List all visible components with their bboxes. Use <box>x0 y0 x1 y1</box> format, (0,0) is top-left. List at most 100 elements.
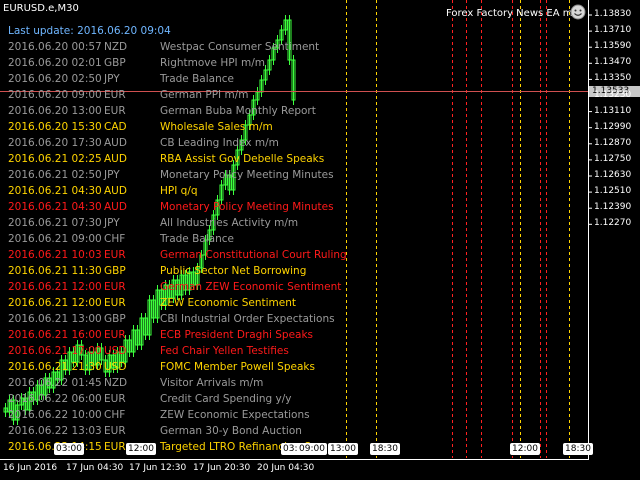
price-tick-label: 1.12510 <box>594 186 632 197</box>
price-tick-label: 1.12270 <box>594 218 632 229</box>
news-currency: JPY <box>104 73 120 85</box>
news-title: Monetary Policy Meeting Minutes <box>160 169 334 181</box>
news-title: Trade Balance <box>160 73 234 85</box>
news-date: 2016.06.22 06:00 <box>8 393 102 405</box>
news-title: ECB President Draghi Speaks <box>160 329 314 341</box>
news-date: 2016.06.21 02:50 <box>8 169 102 181</box>
news-currency: EUR <box>104 89 126 101</box>
news-date: 2016.06.20 00:57 <box>8 41 102 53</box>
news-date: 2016.06.21 09:00 <box>8 233 102 245</box>
news-date: 2016.06.20 15:30 <box>8 121 102 133</box>
news-date: 2016.06.20 02:50 <box>8 73 102 85</box>
news-currency: EUR <box>104 297 126 309</box>
price-tick-label: 1.13110 <box>594 105 632 116</box>
news-title: ZEW Economic Expectations <box>160 409 310 421</box>
price-tick-label: 1.12390 <box>594 202 632 213</box>
news-currency: EUR <box>104 393 126 405</box>
news-date: 2016.06.21 21:30 <box>8 361 102 373</box>
news-currency: JPY <box>104 169 120 181</box>
news-title: CB Leading Index m/m <box>160 137 279 149</box>
news-date: 2016.06.21 17:00 <box>8 345 102 357</box>
news-date: 2016.06.21 12:00 <box>8 297 102 309</box>
news-title: German Buba Monthly Report <box>160 105 316 117</box>
session-time-box: 18:30 <box>563 443 593 455</box>
news-date: 2016.06.21 07:30 <box>8 217 102 229</box>
news-title: Trade Balance <box>160 233 234 245</box>
news-date: 2016.06.22 01:45 <box>8 377 102 389</box>
news-title: All Industries Activity m/m <box>160 217 299 229</box>
news-date: 2016.06.20 13:00 <box>8 105 102 117</box>
news-title: Wholesale Sales m/m <box>160 121 273 133</box>
session-time-box: 13:00 <box>328 443 358 455</box>
price-tick-label: 1.13830 <box>594 9 632 19</box>
ea-title: Forex Factory News EA mt5 <box>446 8 583 19</box>
news-currency: USD <box>104 361 127 373</box>
time-tick-label: 17 Jun 12:30 <box>129 463 187 473</box>
news-date: 2016.06.21 16:00 <box>8 329 102 341</box>
news-currency: GBP <box>104 265 126 277</box>
news-title: HPI q/q <box>160 185 198 197</box>
news-title: ZEW Economic Sentiment <box>160 297 296 309</box>
news-title: Public Sector Net Borrowing <box>160 265 307 277</box>
news-date: 2016.06.21 04:30 <box>8 201 102 213</box>
price-tick-label: 1.12750 <box>594 153 632 164</box>
price-tick-label: 1.12870 <box>594 137 632 148</box>
news-currency: JPY <box>104 217 120 229</box>
time-tick-label: 17 Jun 04:30 <box>66 463 124 473</box>
news-title: FOMC Member Powell Speaks <box>160 361 315 373</box>
news-currency: USD <box>104 345 127 357</box>
news-date: 2016.06.21 04:30 <box>8 185 102 197</box>
session-time-box: 03:00 <box>54 443 84 455</box>
news-currency: NZD <box>104 41 128 53</box>
price-tick-label: 1.13230 <box>594 89 632 100</box>
news-currency: GBP <box>104 57 126 69</box>
news-title: Rightmove HPI m/m <box>160 57 265 69</box>
news-title: German PPI m/m <box>160 89 249 101</box>
news-currency: CHF <box>104 233 126 245</box>
last-update: Last update: 2016.06.20 09:04 <box>8 25 171 37</box>
news-currency: EUR <box>104 329 126 341</box>
news-title: German ZEW Economic Sentiment <box>160 281 342 293</box>
price-tick-label: 1.12990 <box>594 121 632 132</box>
symbol-label: EURUSD.e,M30 <box>3 3 79 14</box>
news-date: 2016.06.21 10:03 <box>8 249 102 261</box>
time-tick-label: 20 Jun 04:30 <box>257 463 315 473</box>
session-time-box: 09:00 <box>297 443 327 455</box>
session-time-box: 12:00 <box>510 443 540 455</box>
news-title: Visitor Arrivals m/m <box>160 377 264 389</box>
smiley-icon[interactable] <box>570 4 586 20</box>
news-title: Credit Card Spending y/y <box>160 393 292 405</box>
news-title: Monetary Policy Meeting Minutes <box>160 201 334 213</box>
news-date: 2016.06.21 02:25 <box>8 153 102 165</box>
news-currency: EUR <box>104 441 126 453</box>
news-date: 2016.06.22 13:03 <box>8 425 102 437</box>
news-currency: EUR <box>104 425 126 437</box>
news-title: Fed Chair Yellen Testifies <box>160 345 289 357</box>
news-date: 2016.06.21 12:00 <box>8 281 102 293</box>
time-tick-label: 17 Jun 20:30 <box>193 463 251 473</box>
news-title: Westpac Consumer Sentiment <box>160 41 320 53</box>
news-title: German 30-y Bond Auction <box>160 425 302 437</box>
price-tick-label: 1.12630 <box>594 170 632 180</box>
news-date: 2016.06.20 09:00 <box>8 89 102 101</box>
news-date: 2016.06.21 13:00 <box>8 313 102 325</box>
news-currency: EUR <box>104 105 126 117</box>
news-currency: AUD <box>104 153 127 165</box>
news-date: 2016.06.20 17:30 <box>8 137 102 149</box>
news-currency: AUD <box>104 201 127 213</box>
session-time-box: 12:00 <box>126 443 156 455</box>
news-title: CBI Industrial Order Expectations <box>160 313 335 325</box>
news-currency: CHF <box>104 409 126 421</box>
news-currency: AUD <box>104 185 127 197</box>
time-tick-label: 16 Jun 2016 <box>3 463 58 473</box>
news-currency: AUD <box>104 137 127 149</box>
price-tick-label: 1.13350 <box>594 73 632 84</box>
news-title: German Constitutional Court Ruling <box>160 249 347 261</box>
news-currency: EUR <box>104 249 126 261</box>
price-tick-label: 1.13590 <box>594 41 632 52</box>
news-currency: GBP <box>104 313 126 325</box>
event-lines <box>346 0 570 458</box>
price-tick-label: 1.13710 <box>594 25 632 36</box>
news-currency: NZD <box>104 377 128 389</box>
news-date: 2016.06.22 10:00 <box>8 409 102 421</box>
